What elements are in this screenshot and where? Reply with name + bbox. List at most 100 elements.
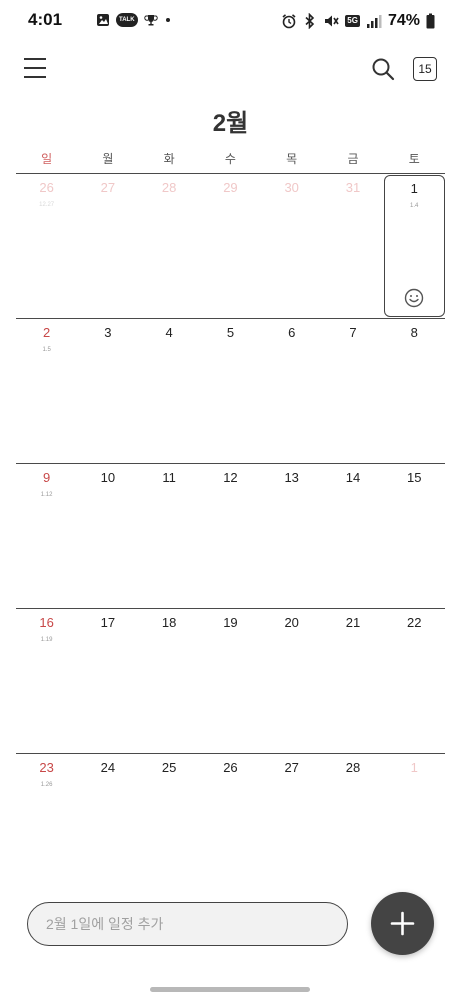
day-number: 13 xyxy=(284,470,299,485)
calendar-day[interactable]: 2 1.5 xyxy=(16,319,77,463)
plus-icon xyxy=(390,911,415,936)
calendar-day[interactable]: 21 xyxy=(322,609,383,753)
calendar-day[interactable]: 22 xyxy=(384,609,445,753)
calendar-day[interactable]: 29 xyxy=(200,174,261,318)
calendar-day[interactable]: 11 xyxy=(139,464,200,608)
calendar-week-row: 9 1.12 10 11 12 13 14 15 xyxy=(16,463,445,608)
calendar-grid: 26 12.27 27 28 29 30 31 1 1.4 2 1.5 3 4 5 6 7 8 9 1.12 10 11… xyxy=(16,173,445,898)
calendar-day[interactable]: 7 xyxy=(322,319,383,463)
calendar-day[interactable]: 16 1.19 xyxy=(16,609,77,753)
menu-button[interactable] xyxy=(24,56,48,80)
day-number: 15 xyxy=(406,470,422,485)
day-number: 25 xyxy=(161,760,177,775)
day-number: 4 xyxy=(165,325,173,340)
add-event-input[interactable] xyxy=(27,902,348,946)
day-number: 12 xyxy=(223,470,238,485)
calendar-day[interactable]: 4 xyxy=(139,319,200,463)
calendar-day[interactable]: 19 xyxy=(200,609,261,753)
today-day-label: 15 xyxy=(418,62,432,76)
calendar-day[interactable]: 27 xyxy=(261,754,322,898)
talk-icon: TALK xyxy=(116,13,138,27)
calendar-day[interactable]: 9 1.12 xyxy=(16,464,77,608)
calendar-day[interactable]: 5 xyxy=(200,319,261,463)
search-button[interactable] xyxy=(370,56,396,82)
day-number: 26 xyxy=(223,760,238,775)
day-number: 22 xyxy=(406,615,422,630)
day-number: 10 xyxy=(100,470,116,485)
day-number: 17 xyxy=(100,615,116,630)
weekday-label: 일 xyxy=(41,152,53,166)
day-number: 7 xyxy=(349,325,357,340)
calendar-day[interactable]: 31 xyxy=(322,174,383,318)
month-title[interactable]: 2월 xyxy=(0,103,461,138)
calendar-day[interactable]: 23 1.26 xyxy=(16,754,77,898)
calendar-day[interactable]: 14 xyxy=(322,464,383,608)
gallery-icon xyxy=(97,14,109,26)
calendar-day[interactable]: 1 xyxy=(384,754,445,898)
lunar-date: 12.27 xyxy=(39,202,55,208)
day-number: 31 xyxy=(345,180,361,195)
dot-icon xyxy=(165,18,170,22)
weekday-label: 목 xyxy=(286,152,298,166)
calendar-day[interactable]: 27 xyxy=(77,174,138,318)
day-number: 29 xyxy=(223,180,238,195)
calendar-day[interactable]: 28 xyxy=(139,174,200,318)
hamburger-icon xyxy=(24,58,46,60)
calendar-day[interactable]: 3 xyxy=(77,319,138,463)
day-number: 19 xyxy=(223,615,238,630)
day-number: 18 xyxy=(161,615,177,630)
calendar-week-row: 16 1.19 17 18 19 20 21 22 xyxy=(16,608,445,753)
network-5g-icon: 5G xyxy=(345,15,360,27)
calendar-day[interactable]: 26 12.27 xyxy=(16,174,77,318)
lunar-date: 1.19 xyxy=(40,637,53,643)
alarm-icon xyxy=(282,14,296,29)
calendar-day[interactable]: 17 xyxy=(77,609,138,753)
day-number: 1 xyxy=(410,181,418,196)
notification-icons: TALK xyxy=(60,13,172,27)
calendar-week-row: 26 12.27 27 28 29 30 31 1 1.4 xyxy=(16,173,445,318)
calendar-day[interactable]: 25 xyxy=(139,754,200,898)
calendar-day[interactable]: 28 xyxy=(322,754,383,898)
hamburger-icon xyxy=(24,76,46,78)
today-button[interactable]: 15 xyxy=(413,57,437,81)
lunar-date: 1.26 xyxy=(40,782,53,788)
day-number: 2 xyxy=(43,325,51,340)
day-number: 28 xyxy=(161,180,177,195)
calendar-day[interactable]: 15 xyxy=(384,464,445,608)
battery-icon xyxy=(426,13,435,29)
calendar-day-selected[interactable]: 1 1.4 xyxy=(383,175,445,317)
day-number: 9 xyxy=(43,470,51,485)
add-event-button[interactable] xyxy=(371,892,434,955)
day-number: 27 xyxy=(100,180,116,195)
day-number: 26 xyxy=(39,180,54,195)
smiley-icon[interactable] xyxy=(404,288,424,308)
day-number: 24 xyxy=(100,760,116,775)
home-indicator[interactable] xyxy=(150,987,310,992)
calendar-day[interactable]: 13 xyxy=(261,464,322,608)
calendar-day[interactable]: 26 xyxy=(200,754,261,898)
calendar-day[interactable]: 20 xyxy=(261,609,322,753)
day-number: 6 xyxy=(288,325,296,340)
weekday-label: 금 xyxy=(347,152,359,166)
status-right-icons: 5G 74% xyxy=(281,12,435,30)
hamburger-icon xyxy=(24,67,46,69)
calendar-day[interactable]: 12 xyxy=(200,464,261,608)
lunar-date: 1.5 xyxy=(42,347,51,353)
weekday-label: 월 xyxy=(102,152,114,166)
day-number: 30 xyxy=(284,180,299,195)
day-number: 23 xyxy=(39,760,54,775)
day-number: 28 xyxy=(345,760,361,775)
day-number: 1 xyxy=(410,760,418,775)
calendar-day[interactable]: 18 xyxy=(139,609,200,753)
calendar-day[interactable]: 6 xyxy=(261,319,322,463)
calendar-day[interactable]: 10 xyxy=(77,464,138,608)
day-number: 21 xyxy=(345,615,361,630)
calendar-day[interactable]: 30 xyxy=(261,174,322,318)
day-number: 8 xyxy=(410,325,418,340)
mute-icon xyxy=(325,15,339,27)
weekday-header: 일 월 화 수 목 금 토 xyxy=(16,150,445,170)
calendar-day[interactable]: 8 xyxy=(384,319,445,463)
day-number: 11 xyxy=(162,470,176,485)
calendar-day[interactable]: 24 xyxy=(77,754,138,898)
lunar-date: 1.12 xyxy=(40,492,53,498)
